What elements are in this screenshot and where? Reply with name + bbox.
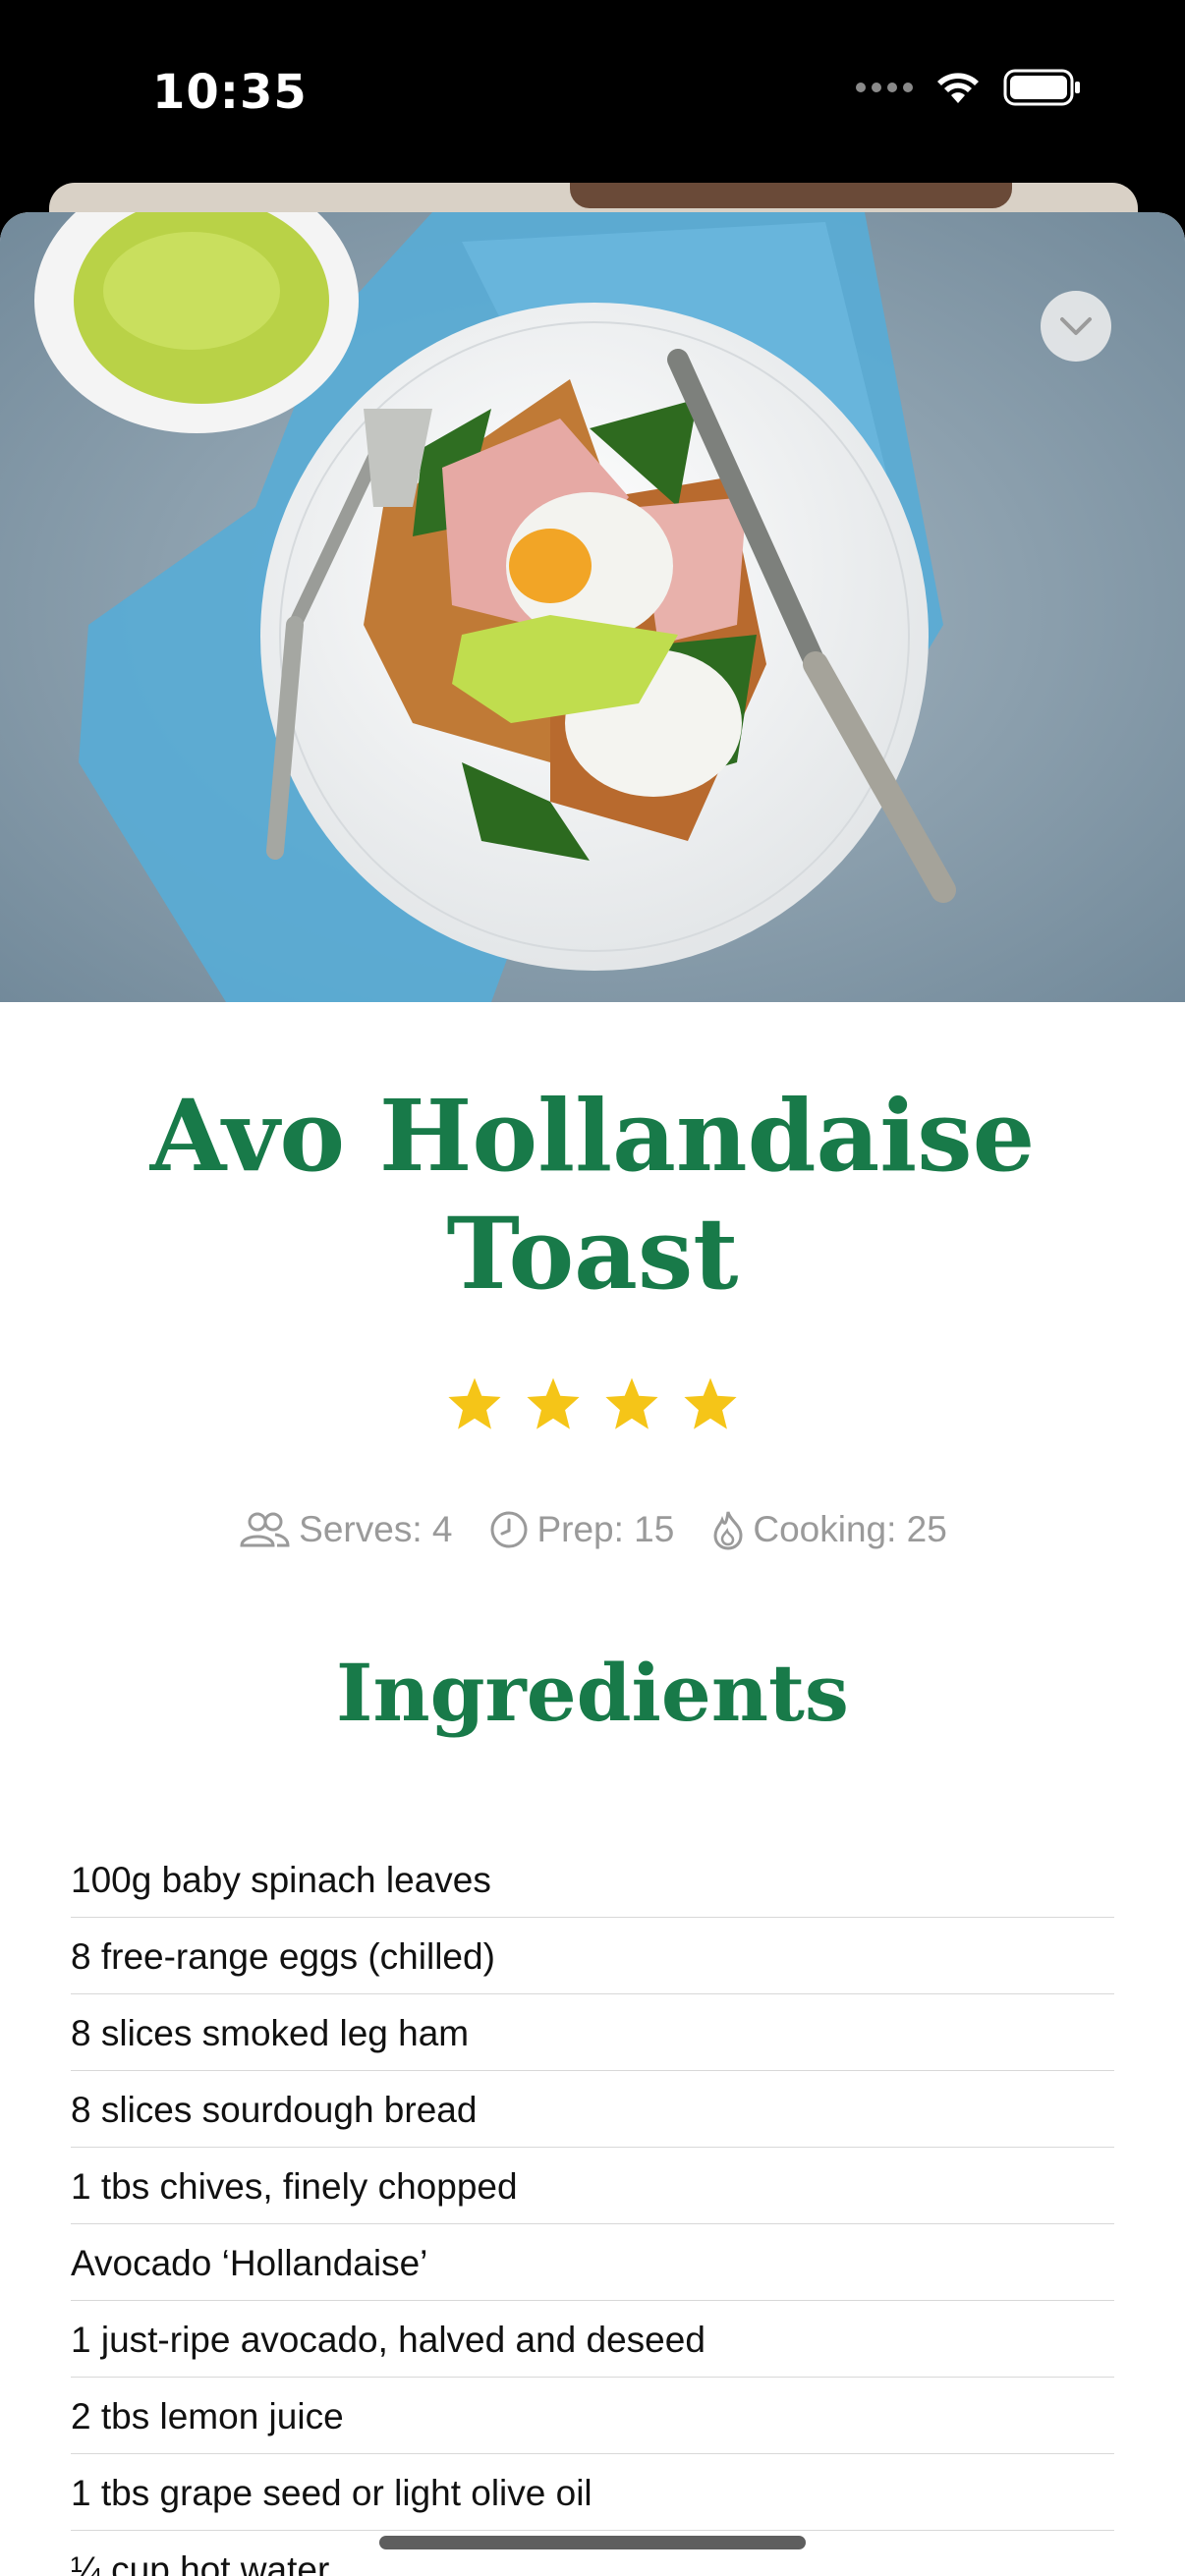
ingredient-item: 100g baby spinach leaves	[71, 1841, 1114, 1918]
ingredient-item: 1 tbs chives, finely chopped	[71, 2148, 1114, 2224]
recipe-hero-image	[0, 212, 1185, 1002]
status-time: 10:35	[152, 65, 308, 120]
ingredient-item: Avocado ‘Hollandaise’	[71, 2224, 1114, 2301]
ingredient-item: 1 just-ripe avocado, halved and deseed	[71, 2301, 1114, 2378]
star-icon	[684, 1377, 737, 1429]
prep-info: Prep: 15	[489, 1509, 674, 1550]
ingredient-item: 8 slices smoked leg ham	[71, 1994, 1114, 2071]
star-icon	[448, 1377, 501, 1429]
rating-stars	[0, 1375, 1185, 1430]
flame-icon	[713, 1511, 743, 1550]
ingredients-heading: Ingredients	[336, 1647, 849, 1739]
clock-icon	[490, 1511, 528, 1548]
ingredient-item: 8 slices sourdough bread	[71, 2071, 1114, 2148]
star-icon	[605, 1377, 658, 1429]
ingredient-item: 8 free-range eggs (chilled)	[71, 1918, 1114, 1994]
battery-icon	[1003, 69, 1080, 106]
chevron-down-icon	[1060, 317, 1092, 335]
serves-info: Serves: 4	[238, 1509, 452, 1550]
recipe-sheet: Avo Hollandaise Toast Serves: 4 Prep: 15	[0, 212, 1185, 2576]
cooking-info: Cooking: 25	[711, 1509, 947, 1550]
prep-label: Prep: 15	[536, 1509, 675, 1549]
cooking-label: Cooking: 25	[753, 1509, 947, 1549]
recipe-meta: Serves: 4 Prep: 15 Cooking: 25	[0, 1509, 1185, 1550]
status-icons	[856, 69, 1082, 106]
collapse-button[interactable]	[1041, 291, 1111, 362]
signal-dots-icon	[856, 83, 913, 92]
recipe-title: Avo Hollandaise Toast	[149, 1078, 1036, 1312]
ingredient-item: 1 tbs grape seed or light olive oil	[71, 2454, 1114, 2531]
ingredients-list: 100g baby spinach leaves 8 free-range eg…	[71, 1841, 1114, 2576]
ingredient-item: 2 tbs lemon juice	[71, 2378, 1114, 2454]
people-icon	[240, 1512, 290, 1547]
home-indicator[interactable]	[379, 2536, 806, 2549]
serves-label: Serves: 4	[299, 1509, 453, 1549]
wifi-icon	[937, 73, 979, 103]
star-icon	[527, 1377, 580, 1429]
